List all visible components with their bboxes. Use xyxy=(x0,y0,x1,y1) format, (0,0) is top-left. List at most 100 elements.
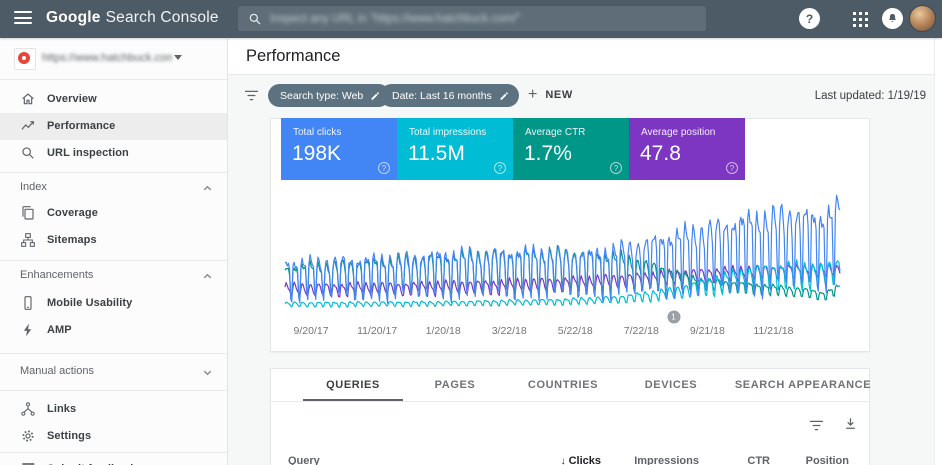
scrollbar[interactable] xyxy=(934,38,942,465)
metric-value: 11.5M xyxy=(408,142,465,166)
url-inspection-icon xyxy=(20,145,36,161)
help-icon[interactable]: ? xyxy=(726,162,738,174)
filter-bar: Search type: Web Date: Last 16 months + … xyxy=(228,75,942,117)
sidebar-item-mobile-usability[interactable]: Mobile Usability xyxy=(0,290,227,317)
brand-google: Google xyxy=(46,9,101,26)
column-header-impressions[interactable]: Impressions xyxy=(634,455,699,465)
plus-icon: + xyxy=(528,87,537,103)
column-header-ctr[interactable]: CTR xyxy=(747,455,770,465)
x-tick-label: 11/21/18 xyxy=(753,325,793,337)
home-icon xyxy=(20,91,36,107)
section-header-enhancements[interactable]: Enhancements xyxy=(0,267,227,285)
main-content: Performance Search type: Web Date: Last … xyxy=(228,38,942,465)
feedback-icon xyxy=(20,461,36,465)
sidebar-item-label: Links xyxy=(47,403,76,415)
dropdown-caret-icon xyxy=(174,55,182,60)
coverage-icon xyxy=(20,205,36,221)
sidebar-item-submit-feedback[interactable]: Submit feedback xyxy=(0,456,227,465)
section-title: Index xyxy=(20,181,47,193)
notifications-button[interactable] xyxy=(882,8,903,29)
app-logo[interactable]: Google Search Console xyxy=(46,9,219,27)
chevron-down-icon xyxy=(202,367,213,378)
sidebar-item-coverage[interactable]: Coverage xyxy=(0,200,227,227)
metric-card-average-ctr[interactable]: Average CTR 1.7% ? xyxy=(513,118,629,180)
series-clicks xyxy=(285,195,840,303)
table-header-row: Query ↓Clicks Impressions CTR Position xyxy=(271,455,869,465)
x-tick-label: 7/22/18 xyxy=(624,325,659,337)
sidebar-item-amp[interactable]: AMP xyxy=(0,317,227,344)
tab-pages[interactable]: PAGES xyxy=(435,379,476,391)
sidebar-item-settings[interactable]: Settings xyxy=(0,423,227,450)
section-header-manual-actions[interactable]: Manual actions xyxy=(0,363,227,381)
brand-search-console: Search Console xyxy=(106,9,219,26)
help-icon[interactable]: ? xyxy=(494,162,506,174)
new-filter-button[interactable]: + NEW xyxy=(528,87,573,103)
metric-value: 47.8 xyxy=(640,142,681,166)
section-title: Enhancements xyxy=(20,269,93,281)
column-header-position[interactable]: Position xyxy=(806,455,849,465)
divider xyxy=(0,79,227,80)
tab-devices[interactable]: DEVICES xyxy=(645,379,698,391)
help-icon: ? xyxy=(806,12,813,26)
x-tick-label: 9/21/18 xyxy=(690,325,725,337)
help-icon[interactable]: ? xyxy=(610,162,622,174)
sidebar-item-label: Settings xyxy=(47,430,91,442)
sidebar-item-sitemaps[interactable]: Sitemaps xyxy=(0,227,227,254)
mobile-icon xyxy=(20,295,36,311)
google-search-console-window: Google Search Console Inspect any URL in … xyxy=(0,0,942,465)
section-header-index[interactable]: Index xyxy=(0,179,227,197)
sidebar-item-label: Sitemaps xyxy=(47,234,97,246)
section-title: Manual actions xyxy=(20,365,94,377)
search-input[interactable]: Inspect any URL in "https://www.hatchbuc… xyxy=(270,13,521,25)
url-inspect-search-bar[interactable]: Inspect any URL in "https://www.hatchbuc… xyxy=(238,6,706,31)
sidebar-item-links[interactable]: Links xyxy=(0,396,227,423)
x-tick-label: 3/22/18 xyxy=(492,325,527,337)
sidebar-item-performance[interactable]: Performance xyxy=(0,113,227,140)
x-tick-label: 5/22/18 xyxy=(558,325,593,337)
chevron-up-icon xyxy=(202,271,213,282)
edit-pencil-icon xyxy=(499,91,509,101)
new-filter-label: NEW xyxy=(545,89,572,101)
table-filter-icon[interactable] xyxy=(809,419,824,432)
sidebar-item-overview[interactable]: Overview xyxy=(0,86,227,113)
help-button[interactable]: ? xyxy=(799,8,820,29)
metric-value: 1.7% xyxy=(524,142,572,166)
bell-icon xyxy=(886,12,899,25)
search-icon xyxy=(248,12,262,26)
gear-icon xyxy=(20,428,36,444)
performance-icon xyxy=(20,118,36,134)
apps-grid-button[interactable] xyxy=(853,12,868,27)
hamburger-menu-icon[interactable] xyxy=(14,11,32,27)
sitemaps-icon xyxy=(20,232,36,248)
filter-chip-search-type[interactable]: Search type: Web xyxy=(268,84,390,107)
performance-chart-card: Total clicks 198K ? Total impressions 11… xyxy=(270,118,870,352)
topbar: Google Search Console Inspect any URL in … xyxy=(0,0,942,38)
metric-label: Total clicks xyxy=(293,127,341,138)
sidebar-item-label: Coverage xyxy=(47,207,98,219)
metric-card-total-clicks[interactable]: Total clicks 198K ? xyxy=(281,118,397,180)
dimensions-table-card: QUERIES PAGES COUNTRIES DEVICES SEARCH A… xyxy=(270,368,870,465)
metric-card-total-impressions[interactable]: Total impressions 11.5M ? xyxy=(397,118,513,180)
apps-grid-icon xyxy=(853,12,868,27)
x-tick-label: 11/20/17 xyxy=(357,325,397,337)
download-icon[interactable] xyxy=(843,416,858,433)
help-icon[interactable]: ? xyxy=(378,162,390,174)
annotation-marker[interactable]: 1 xyxy=(667,311,680,324)
filter-chip-date-range[interactable]: Date: Last 16 months xyxy=(380,84,519,107)
column-header-clicks[interactable]: ↓Clicks xyxy=(561,455,601,465)
tab-countries[interactable]: COUNTRIES xyxy=(528,379,598,391)
tab-queries[interactable]: QUERIES xyxy=(326,379,380,391)
sidebar-item-label: Mobile Usability xyxy=(47,297,132,309)
sidebar: https://www.hatchbuck.com/ Overview Perf… xyxy=(0,38,228,465)
chip-label: Search type: Web xyxy=(280,90,363,102)
property-selector[interactable]: https://www.hatchbuck.com/ xyxy=(0,46,228,72)
filter-icon[interactable] xyxy=(244,89,259,102)
chip-label: Date: Last 16 months xyxy=(392,90,492,102)
column-header-query[interactable]: Query xyxy=(288,455,320,465)
metric-label: Average CTR xyxy=(525,127,585,138)
sidebar-item-url-inspection[interactable]: URL inspection xyxy=(0,140,227,167)
metric-card-average-position[interactable]: Average position 47.8 ? xyxy=(629,118,745,180)
account-avatar[interactable] xyxy=(909,5,936,32)
chart-x-axis: 9/20/1711/20/171/20/183/22/185/22/187/22… xyxy=(271,325,871,341)
tab-search-appearance[interactable]: SEARCH APPEARANCE xyxy=(735,379,871,391)
